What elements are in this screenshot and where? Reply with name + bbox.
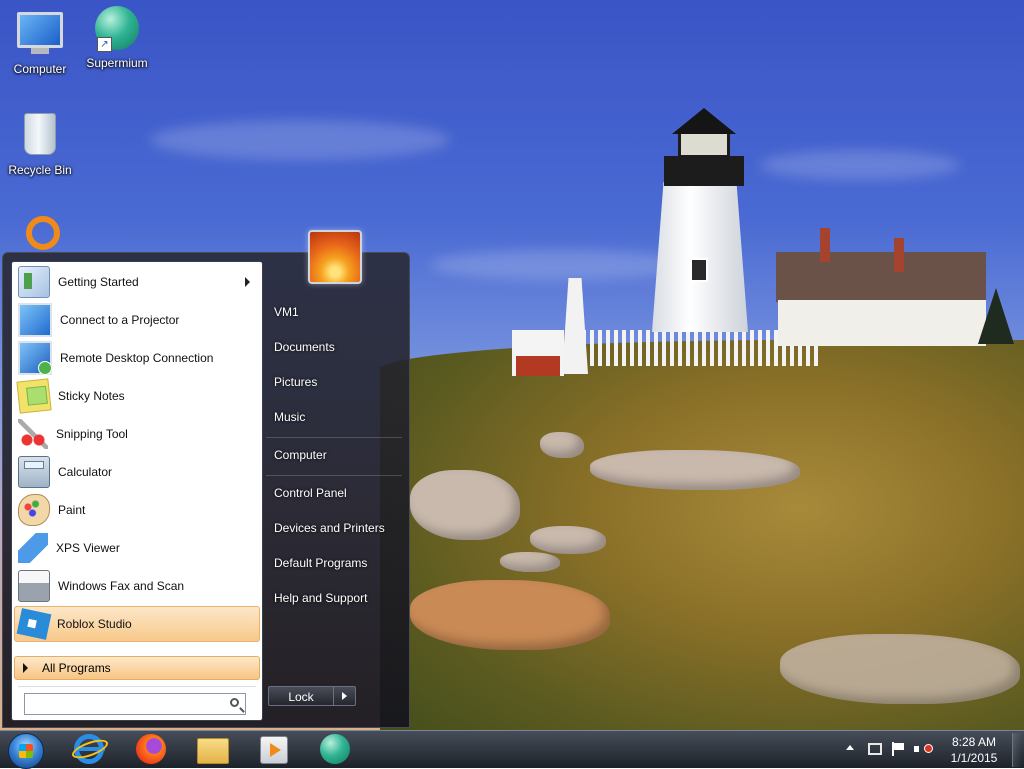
search-icon[interactable] (230, 698, 239, 707)
program-paint[interactable]: Paint (14, 492, 260, 528)
program-getting-started[interactable]: Getting Started (14, 264, 260, 300)
remote-desktop-icon (18, 341, 52, 375)
program-label: Calculator (58, 465, 113, 479)
file-explorer-icon[interactable] (197, 734, 229, 766)
supermium-icon: ↗ (93, 6, 141, 54)
program-roblox-studio[interactable]: Roblox Studio (14, 606, 260, 642)
program-label: XPS Viewer (56, 541, 120, 555)
user-account-picture[interactable] (308, 230, 362, 284)
desktop-icon-recycle-bin[interactable]: Recycle Bin (2, 110, 78, 177)
desktop-icon-supermium[interactable]: ↗ Supermium (79, 6, 155, 70)
sticky-notes-icon (16, 378, 52, 414)
program-fax-scan[interactable]: Windows Fax and Scan (14, 568, 260, 604)
search-input[interactable] (24, 693, 246, 715)
xps-viewer-icon (18, 533, 48, 563)
house-roof (776, 252, 986, 302)
recycle-bin-icon (16, 113, 64, 161)
program-label: Paint (58, 503, 86, 517)
volume-muted-icon[interactable] (914, 742, 933, 756)
roblox-studio-icon (16, 608, 52, 640)
expand-arrow-icon (23, 663, 28, 673)
program-label: Snipping Tool (56, 427, 128, 441)
getting-started-icon (18, 266, 50, 298)
start-right-computer[interactable]: Computer (274, 445, 327, 465)
start-right-control-panel[interactable]: Control Panel (274, 483, 347, 503)
projector-icon (18, 303, 52, 337)
all-programs-button[interactable]: All Programs (14, 656, 260, 680)
firefox-icon[interactable] (136, 734, 168, 766)
program-label: Remote Desktop Connection (60, 351, 214, 365)
start-menu: Getting Started Connect to a Projector R… (2, 252, 410, 728)
supermium-icon[interactable] (320, 734, 352, 766)
program-snipping-tool[interactable]: Snipping Tool (14, 416, 260, 452)
shortcut-arrow-icon: ↗ (97, 37, 112, 52)
program-label: Connect to a Projector (60, 313, 180, 327)
system-clock[interactable]: 8:28 AM 1/1/2015 (944, 734, 1004, 766)
program-remote-desktop[interactable]: Remote Desktop Connection (14, 340, 260, 376)
program-label: Windows Fax and Scan (58, 579, 185, 593)
media-player-icon[interactable] (258, 734, 290, 766)
desktop-icon-computer[interactable]: Computer (2, 6, 78, 76)
show-desktop-button[interactable] (1012, 733, 1022, 767)
clock-time: 8:28 AM (951, 735, 997, 749)
paint-icon (18, 494, 50, 526)
action-center-flag-icon[interactable] (892, 742, 904, 756)
lighthouse (652, 182, 748, 332)
start-right-help-support[interactable]: Help and Support (274, 588, 367, 608)
start-right-music[interactable]: Music (274, 407, 305, 427)
taskbar: 8:28 AM 1/1/2015 (0, 730, 1024, 769)
submenu-arrow-icon (245, 277, 250, 287)
start-button[interactable] (8, 733, 44, 769)
start-right-user-folder[interactable]: VM1 (274, 302, 299, 322)
clock-date: 1/1/2015 (950, 751, 998, 765)
program-xps-viewer[interactable]: XPS Viewer (14, 530, 260, 566)
program-sticky-notes[interactable]: Sticky Notes (14, 378, 260, 414)
internet-explorer-icon[interactable] (69, 734, 111, 766)
orange-ring-icon[interactable] (26, 216, 60, 250)
program-label: Getting Started (58, 275, 139, 289)
show-hidden-icons-arrow-icon[interactable] (846, 745, 854, 750)
all-programs-label: All Programs (42, 661, 111, 675)
lock-button[interactable]: Lock (268, 686, 334, 706)
program-connect-projector[interactable]: Connect to a Projector (14, 302, 260, 338)
snipping-tool-icon (18, 419, 48, 449)
power-options-arrow-button[interactable] (334, 686, 356, 706)
desktop-icon-label: Supermium (86, 56, 148, 70)
start-right-documents[interactable]: Documents (274, 337, 335, 357)
start-menu-programs-pane: Getting Started Connect to a Projector R… (11, 261, 263, 721)
program-calculator[interactable]: Calculator (14, 454, 260, 490)
computer-icon (16, 12, 64, 60)
start-right-devices-printers[interactable]: Devices and Printers (274, 518, 385, 538)
start-right-default-programs[interactable]: Default Programs (274, 553, 367, 573)
desktop-icon-label: Recycle Bin (8, 163, 72, 177)
fax-scan-icon (18, 570, 50, 602)
keeper-house (778, 300, 986, 346)
start-right-pictures[interactable]: Pictures (274, 372, 317, 392)
network-icon[interactable] (868, 743, 882, 755)
program-label: Sticky Notes (58, 389, 125, 403)
desktop-icon-label: Computer (13, 62, 67, 76)
calculator-icon (18, 456, 50, 488)
program-label: Roblox Studio (57, 617, 132, 631)
